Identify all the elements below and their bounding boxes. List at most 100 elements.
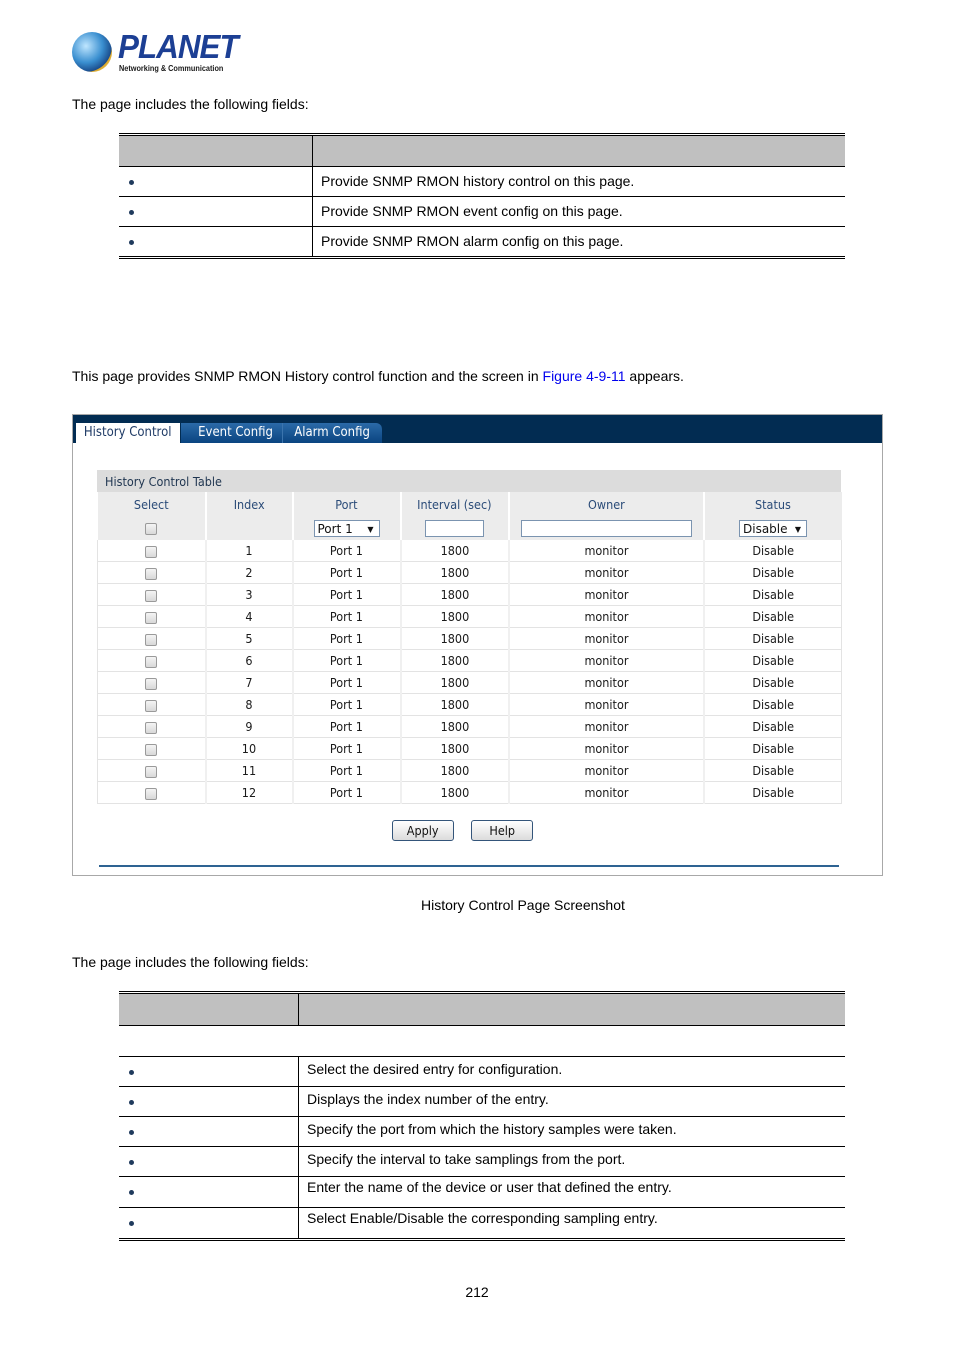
page-number: 212	[465, 1284, 489, 1300]
row-owner: monitor	[507, 649, 704, 672]
bullet-icon	[129, 1221, 134, 1226]
globe-logo-icon	[72, 32, 112, 72]
logo-tagline: Networking & Communication	[119, 63, 224, 73]
row-port: Port 1	[291, 540, 401, 562]
row-index: 12	[204, 781, 293, 804]
row-port: Port 1	[291, 561, 401, 584]
row-status: Disable	[702, 671, 842, 694]
header-description	[313, 136, 845, 166]
description-text: This page provides SNMP RMON History con…	[72, 368, 684, 384]
owner-input[interactable]	[520, 519, 692, 537]
row-owner: monitor	[507, 605, 704, 628]
table-row: 6 Port 1 1800 monitor Disable	[97, 649, 842, 672]
history-fields-table: Select the desired entry for configurati…	[119, 991, 845, 1241]
row-interval: 1800	[399, 671, 509, 694]
tab-alarm-config[interactable]: Alarm Config	[282, 423, 382, 443]
row-index: 2	[204, 561, 293, 584]
table-row: Specify the interval to take samplings f…	[119, 1147, 845, 1177]
select-all-checkbox[interactable]	[145, 523, 157, 535]
history-control-screenshot: History Control Event Config Alarm Confi…	[72, 414, 883, 876]
column-select: Select	[97, 492, 206, 516]
row-port: Port 1	[291, 671, 401, 694]
header-object	[119, 994, 299, 1025]
bullet-icon	[129, 240, 134, 245]
intro-text: The page includes the following fields:	[72, 96, 309, 112]
row-index: 4	[204, 605, 293, 628]
row-owner: monitor	[507, 671, 704, 694]
bullet-icon	[129, 1130, 134, 1135]
table-row: 1 Port 1 1800 monitor Disable	[97, 540, 842, 562]
header-description	[299, 994, 845, 1025]
bullet-icon	[129, 1190, 134, 1195]
row-owner: monitor	[507, 540, 704, 562]
table-row: Provide SNMP RMON alarm config on this p…	[119, 227, 845, 256]
divider	[99, 865, 839, 867]
row-select-checkbox[interactable]	[145, 765, 158, 778]
fields-intro-text: The page includes the following fields:	[72, 954, 309, 970]
row-status: Disable	[702, 561, 842, 584]
row-owner: monitor	[507, 583, 704, 606]
row-interval: 1800	[399, 605, 509, 628]
interval-input[interactable]	[425, 519, 484, 537]
row-owner: monitor	[507, 759, 704, 782]
row-port: Port 1	[291, 759, 401, 782]
row-port: Port 1	[291, 583, 401, 606]
row-interval: 1800	[399, 540, 509, 562]
table-title: History Control Table	[97, 470, 841, 492]
table-row: 10 Port 1 1800 monitor Disable	[97, 737, 842, 760]
row-index: 8	[204, 693, 293, 716]
row-owner: monitor	[507, 781, 704, 804]
dropdown-arrow-icon: ▼	[367, 524, 374, 534]
header-object	[119, 136, 313, 166]
row-select-checkbox[interactable]	[145, 787, 158, 800]
row-select-checkbox[interactable]	[145, 633, 158, 646]
status-select[interactable]: Disable ▼	[739, 519, 807, 537]
filter-row: Port 1 ▼ Disable ▼	[97, 516, 842, 540]
row-port: Port 1	[291, 737, 401, 760]
bullet-icon	[129, 210, 134, 215]
row-port: Port 1	[291, 715, 401, 738]
row-status: Disable	[702, 605, 842, 628]
table-row: 12 Port 1 1800 monitor Disable	[97, 781, 842, 804]
row-index: 11	[204, 759, 293, 782]
help-button[interactable]: Help	[471, 820, 533, 841]
tab-event-config[interactable]: Event Config	[181, 423, 291, 443]
column-status: Status	[702, 492, 842, 516]
row-owner: monitor	[507, 561, 704, 584]
port-select[interactable]: Port 1 ▼	[313, 519, 380, 537]
row-select-checkbox[interactable]	[145, 699, 158, 712]
row-owner: monitor	[507, 693, 704, 716]
row-description: Provide SNMP RMON history control on thi…	[321, 173, 635, 189]
row-select-checkbox[interactable]	[145, 567, 158, 580]
tab-bar: History Control Event Config Alarm Confi…	[73, 415, 882, 443]
row-port: Port 1	[291, 605, 401, 628]
row-select-checkbox[interactable]	[145, 589, 158, 602]
table-row: 8 Port 1 1800 monitor Disable	[97, 693, 842, 716]
row-select-checkbox[interactable]	[145, 545, 158, 558]
bullet-icon	[129, 1100, 134, 1105]
apply-button[interactable]: Apply	[392, 820, 454, 841]
row-select-checkbox[interactable]	[145, 677, 158, 690]
row-select-checkbox[interactable]	[145, 611, 158, 624]
column-owner: Owner	[507, 492, 704, 516]
row-select-checkbox[interactable]	[145, 743, 158, 756]
row-description: Specify the port from which the history …	[307, 1121, 677, 1137]
history-control-table: History Control Table Select Index Port …	[97, 470, 842, 804]
table-row: Enter the name of the device or user tha…	[119, 1177, 845, 1208]
row-description: Enter the name of the device or user tha…	[307, 1179, 672, 1195]
row-description: Specify the interval to take samplings f…	[307, 1151, 626, 1167]
table-row: 11 Port 1 1800 monitor Disable	[97, 759, 842, 782]
row-description: Select the desired entry for configurati…	[307, 1061, 563, 1077]
table-row: 4 Port 1 1800 monitor Disable	[97, 605, 842, 628]
row-interval: 1800	[399, 627, 509, 650]
row-select-checkbox[interactable]	[145, 721, 158, 734]
row-status: Disable	[702, 583, 842, 606]
row-owner: monitor	[507, 737, 704, 760]
tab-history-control[interactable]: History Control	[76, 423, 180, 443]
column-interval: Interval (sec)	[399, 492, 509, 516]
figure-link[interactable]: Figure 4-9-11	[543, 368, 626, 384]
bullet-icon	[129, 1070, 134, 1075]
table-row: 2 Port 1 1800 monitor Disable	[97, 561, 842, 584]
row-description: Provide SNMP RMON event config on this p…	[321, 203, 623, 219]
row-select-checkbox[interactable]	[145, 655, 158, 668]
